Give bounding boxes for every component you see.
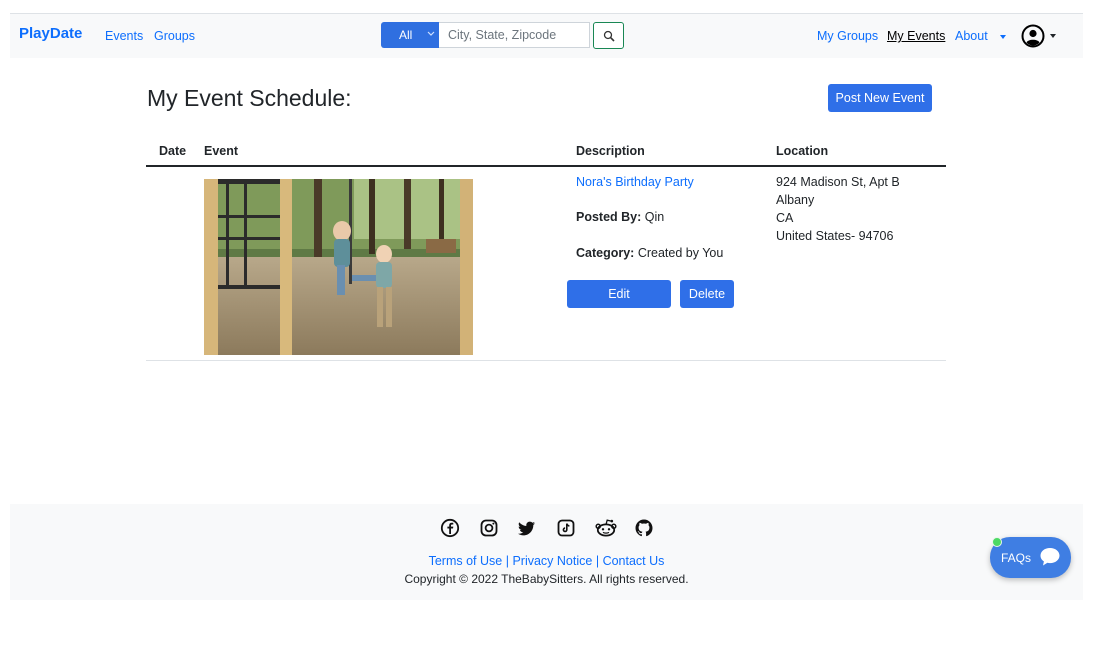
tiktok-icon[interactable]	[556, 518, 576, 538]
post-new-event-button[interactable]: Post New Event	[828, 84, 932, 112]
column-header-description: Description	[576, 144, 645, 158]
brand-logo[interactable]: PlayDate	[19, 25, 82, 42]
posted-by-value: Qin	[644, 210, 665, 224]
search-icon	[603, 30, 615, 42]
reddit-icon[interactable]	[594, 518, 618, 538]
user-menu-caret-icon[interactable]	[1050, 34, 1056, 38]
faq-label: FAQs	[1001, 551, 1032, 565]
category-label: Category:	[576, 246, 635, 260]
footer-separator: |	[595, 554, 600, 568]
contact-us-link[interactable]: Contact Us	[603, 554, 665, 568]
event-category: Category: Created by You	[576, 246, 723, 260]
location-state: CA	[776, 211, 794, 225]
twitter-icon[interactable]	[517, 518, 537, 538]
chat-bubble-icon	[1040, 548, 1060, 566]
edit-event-button[interactable]: Edit	[567, 280, 671, 308]
footer-separator: |	[505, 554, 509, 568]
category-value: Created by You	[637, 246, 724, 260]
location-country-zip: United States- 94706	[776, 229, 894, 243]
nav-link-events[interactable]: Events	[105, 29, 143, 43]
search-button[interactable]	[593, 22, 624, 49]
footer-links: Terms of Use | Privacy Notice | Contact …	[10, 554, 1083, 568]
nav-link-my-groups[interactable]: My Groups	[817, 29, 878, 43]
event-photo-illustration	[204, 179, 473, 355]
search-filter-value: All	[399, 28, 413, 42]
facebook-icon[interactable]	[440, 518, 460, 538]
nav-link-groups[interactable]: Groups	[154, 29, 195, 43]
search-filter-select[interactable]: All	[381, 22, 439, 48]
copyright-text: Copyright © 2022 TheBabySitters. All rig…	[404, 572, 689, 586]
nav-link-my-events[interactable]: My Events	[887, 29, 945, 43]
column-header-date: Date	[159, 144, 187, 158]
top-navbar: PlayDate Events Groups All My Groups My …	[10, 13, 1083, 58]
privacy-notice-link[interactable]: Privacy Notice	[512, 554, 592, 568]
about-dropdown-caret-icon[interactable]	[1000, 35, 1006, 39]
location-city: Albany	[776, 193, 815, 207]
online-status-dot	[992, 537, 1002, 547]
event-title-link[interactable]: Nora's Birthday Party	[576, 175, 694, 189]
terms-of-use-link[interactable]: Terms of Use	[429, 554, 503, 568]
faq-chat-button[interactable]: FAQs	[990, 537, 1071, 578]
column-header-event: Event	[204, 144, 239, 158]
event-photo	[204, 179, 473, 355]
user-avatar-icon[interactable]	[1021, 24, 1045, 48]
nav-link-about[interactable]: About	[955, 29, 988, 43]
footer: Terms of Use | Privacy Notice | Contact …	[10, 504, 1083, 600]
delete-event-button[interactable]: Delete	[680, 280, 734, 308]
instagram-icon[interactable]	[479, 518, 499, 538]
column-header-location: Location	[776, 144, 829, 158]
github-icon[interactable]	[634, 518, 654, 538]
table-row-divider	[146, 360, 946, 361]
location-street: 924 Madison St, Apt B	[776, 175, 900, 189]
chevron-down-icon	[427, 31, 435, 36]
table-header-divider	[146, 165, 946, 167]
event-schedule-table: Date Event Description Location Nora's B…	[146, 140, 946, 362]
posted-by-label: Posted By:	[576, 210, 642, 224]
search-input[interactable]	[439, 22, 590, 48]
event-posted-by: Posted By: Qin	[576, 210, 664, 224]
page-title: My Event Schedule:	[147, 85, 352, 111]
